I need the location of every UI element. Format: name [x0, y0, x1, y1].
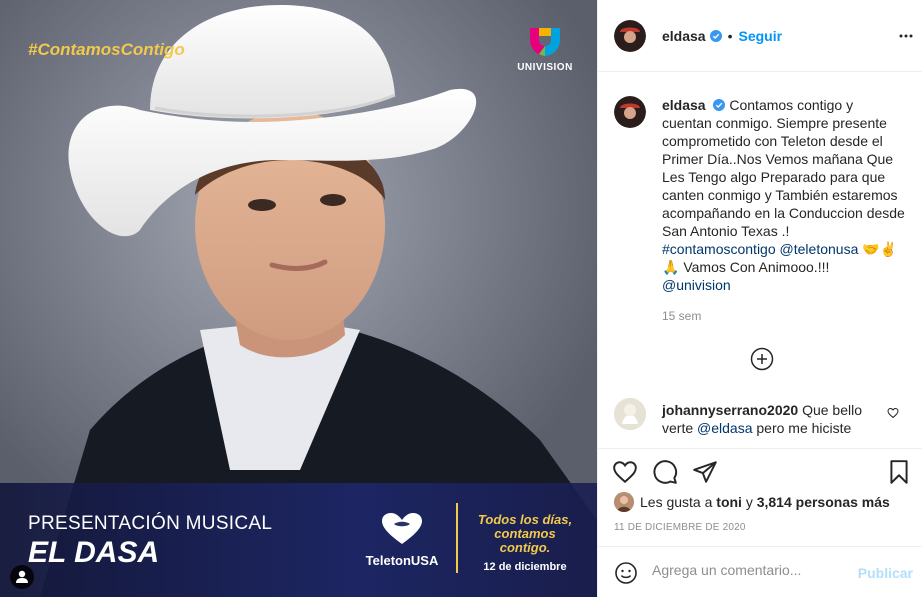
post-date[interactable]: 11 DE DICIEMBRE DE 2020 — [614, 522, 746, 533]
instagram-post: #ContamosContigo UNIVISION PRESENTACIÓN … — [0, 0, 922, 597]
load-more-comments-icon[interactable] — [750, 347, 774, 371]
caption-closing: Vamos Con Animooo.!!! — [683, 259, 830, 275]
caption-avatar[interactable] — [614, 96, 646, 128]
caption-text: eldasa Contamos contigo y cuentan conmig… — [662, 96, 906, 294]
teleton-heart-icon — [382, 513, 422, 544]
comment-body-b: pero me hiciste — [756, 420, 852, 436]
likes-user-link[interactable]: toni — [716, 494, 742, 510]
comment-username[interactable]: johannyserrano2020 — [662, 402, 798, 418]
save-bookmark-icon[interactable] — [886, 459, 912, 485]
hashtag-link[interactable]: #contamoscontigo — [662, 241, 776, 257]
action-bar — [598, 448, 922, 488]
contamos-contigo-hashtag: #ContamosContigo — [28, 40, 185, 59]
verified-badge-icon — [713, 99, 726, 111]
likes-summary: Les gusta a toni y 3,814 personas más — [614, 492, 890, 512]
share-paper-plane-icon[interactable] — [692, 459, 718, 485]
header-username[interactable]: eldasa — [662, 28, 706, 44]
caption-timestamp[interactable]: 15 sem — [662, 309, 701, 323]
post-side-panel: eldasa • Seguir eldasa Contamos contigo … — [597, 0, 922, 597]
likes-count-link[interactable]: 3,814 personas más — [757, 494, 890, 510]
slogan-line1: Todos los días, — [477, 512, 573, 527]
slogan-date: 12 de diciembre — [483, 561, 567, 573]
publish-button[interactable]: Publicar — [858, 565, 913, 581]
more-options-icon[interactable] — [898, 28, 914, 44]
caption-emoji-pray: 🙏 — [662, 259, 680, 275]
post-image[interactable]: #ContamosContigo UNIVISION PRESENTACIÓN … — [0, 0, 597, 597]
liker-avatar[interactable] — [614, 492, 634, 512]
like-heart-icon[interactable] — [612, 459, 638, 485]
teleton-name: TeletonUSA — [365, 553, 439, 568]
slogan-line2: contamos contigo. — [494, 526, 556, 555]
mention-link-teletonusa[interactable]: @teletonusa — [780, 241, 859, 257]
avatar[interactable] — [614, 19, 646, 52]
univision-logo: UNIVISION — [516, 26, 574, 73]
separator-dot: • — [727, 27, 733, 44]
banner-subtitle: PRESENTACIÓN MUSICAL — [28, 513, 273, 534]
comments-section: eldasa Contamos contigo y cuentan conmig… — [598, 72, 922, 448]
caption-emoji: 🤝✌️ — [862, 241, 898, 257]
likes-prefix: Les gusta a — [640, 494, 713, 510]
caption-body: Contamos contigo y cuentan conmigo. Siem… — [662, 97, 905, 239]
add-comment-bar: Publicar — [598, 546, 922, 597]
emoji-icon[interactable] — [614, 561, 638, 585]
teleton-logo: TeletonUSA — [362, 512, 442, 568]
user-tag-icon[interactable] — [10, 565, 34, 589]
post-header: eldasa • Seguir — [598, 0, 922, 72]
teleton-slogan: Todos los días, contamos contigo. 12 de … — [470, 512, 580, 574]
verified-badge-icon — [709, 29, 722, 42]
comment-bubble-icon[interactable] — [652, 459, 678, 485]
caption-username[interactable]: eldasa — [662, 97, 706, 113]
univision-logo-icon — [528, 26, 562, 58]
mention-link-univision[interactable]: @univision — [662, 277, 731, 293]
comment-text: johannyserrano2020 Que bello verte @elda… — [662, 401, 880, 437]
comment-heart-icon[interactable] — [887, 407, 899, 419]
comment-avatar[interactable] — [614, 398, 646, 430]
follow-button[interactable]: Seguir — [739, 28, 783, 44]
likes-connector: y — [745, 494, 753, 510]
banner-artist-name: EL DASA — [28, 536, 160, 569]
comment-mention-link[interactable]: @eldasa — [697, 420, 752, 436]
univision-wordmark: UNIVISION — [517, 62, 573, 73]
banner-divider — [456, 503, 458, 573]
comment-input[interactable] — [652, 562, 852, 578]
